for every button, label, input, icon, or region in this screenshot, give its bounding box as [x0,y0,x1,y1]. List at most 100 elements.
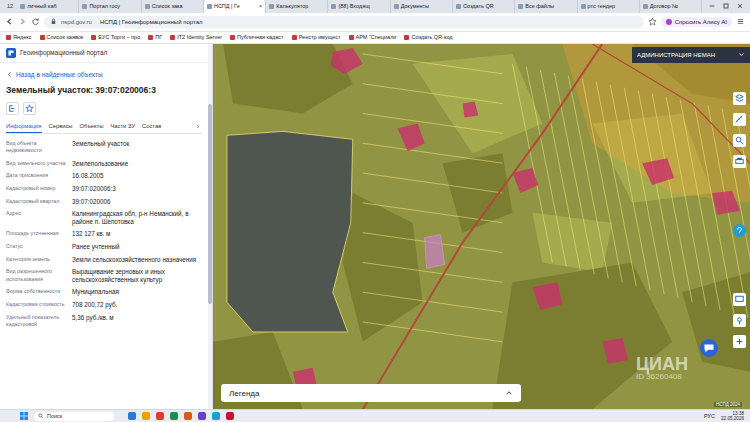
taskbar-app-icon[interactable] [170,412,178,420]
bookmark-label: Реестр имущест [299,34,341,40]
ruler-icon[interactable] [733,113,746,126]
object-tab[interactable]: Сервисы [49,121,73,133]
bookmark[interactable]: ЕУС Торги – про [91,34,140,40]
favorite-star-icon[interactable] [23,102,36,115]
bookmark[interactable]: Список заявок [40,34,84,40]
scrollbar[interactable] [208,44,212,409]
object-tab[interactable]: Состав [142,121,161,133]
favicon-icon [581,4,586,9]
field-value: Земли сельскохозяйственного назначения [72,256,202,264]
search-icon[interactable] [733,134,746,147]
bookmark[interactable]: Публичная кадаст [230,34,284,40]
taskbar-app-icon[interactable] [128,412,136,420]
bookmark-favicon-icon [349,35,354,40]
menu-icon[interactable] [736,17,745,26]
help-icon[interactable] [733,224,746,237]
browser-tab[interactable]: Договор № [640,0,702,13]
browser-tab[interactable]: Все файлы [515,0,577,13]
taskbar-app-icon[interactable] [212,412,220,420]
taskbar-search[interactable]: Поиск [34,412,114,421]
browser-tab[interactable]: личный каб [17,0,79,13]
address-bar[interactable]: nspd.gov.ruНСПД | Геоинформационный порт… [44,16,644,28]
tabs-more-button[interactable]: › [194,122,202,133]
field-label: Категория земель [6,256,66,264]
portal-header: Геоинформационный портал [0,44,208,63]
favicon-icon [145,4,150,9]
taskbar-app-icon[interactable] [198,412,206,420]
field-label: Статус [6,243,66,251]
object-tab[interactable]: Объекты [80,121,104,133]
browser-tab[interactable]: Список зака [142,0,204,13]
field-row: АдресКалининградская обл, р-н Неманский,… [6,210,202,225]
chat-icon[interactable] [700,339,718,357]
portal-logo-icon[interactable] [6,48,16,58]
browser-tab[interactable]: Создать QR [453,0,515,13]
bookmark-label: Яндекс [13,34,32,40]
bookmark-star-icon[interactable] [648,17,657,26]
minimize-icon[interactable] [708,2,716,10]
favicon-icon [20,4,25,9]
favicon-icon [394,4,399,9]
field-value: 39:07:020006 [72,198,202,206]
field-row: Категория земель Земли сельскохозяйственн… [6,256,202,264]
windows-start-icon[interactable] [20,412,28,420]
browser-tab-label: Портал госу [89,3,120,9]
field-value: Калининградская обл, р-н Неманский, в ра… [72,210,202,225]
taskbar-app-icon[interactable] [226,412,234,420]
bookmark[interactable]: Яндекс [6,34,32,40]
organization-label: АДМИНИСТРАЦИЯ НЕМАН [637,52,715,58]
back-icon[interactable] [5,17,14,26]
close-icon[interactable] [736,2,744,10]
taskbar-app-icon[interactable] [156,412,164,420]
layers-icon[interactable] [733,92,746,105]
browser-tab[interactable]: Калькулятор [266,0,328,13]
bookmark[interactable]: Создать QR-код [404,34,452,40]
organization-dropdown[interactable]: АДМИНИСТРАЦИЯ НЕМАН [632,47,750,63]
browser-tab-label: Договор № [650,3,678,9]
alice-button[interactable]: Спросить Алису AI [661,17,732,27]
browser-tab[interactable]: НСПД | Ге × [204,0,266,13]
zoom-icon[interactable] [733,335,746,348]
field-value: Выращивание зерновых и иных сельскохозяй… [72,268,202,283]
tab-close-button[interactable]: × [259,3,262,9]
bookmark-favicon-icon [6,35,11,40]
bookmark-label: АРМ "Специали [356,34,397,40]
field-row: Форма собственностиМуниципальная [6,288,202,296]
back-link[interactable]: Назад в найденные объекты [6,71,202,78]
object-title: Земельный участок: 39:07:020006:3 [6,85,202,95]
scrollbar-thumb[interactable] [208,104,212,304]
browser-tab-label: НСПД | Ге [214,3,240,9]
field-value: 39:07:020006:3 [72,185,202,193]
field-value: 5,36 руб./кв. м [72,314,202,329]
bookmark-favicon-icon [404,35,409,40]
print-icon[interactable] [733,155,746,168]
taskbar-app-icon[interactable] [142,412,150,420]
bookmark-label: ПГ [155,34,162,40]
tree-icon[interactable] [6,102,19,115]
bookmark[interactable]: АРМ "Специали [349,34,397,40]
taskbar-app-icon[interactable] [184,412,192,420]
object-tab[interactable]: Части ЗУ [110,121,135,133]
bookmark[interactable]: IT2 Identity Server [170,34,222,40]
reload-icon[interactable] [31,17,40,26]
forward-icon[interactable] [18,17,27,26]
map[interactable]: АДМИНИСТРАЦИЯ НЕМАНЦИАНID 36260408Легенд… [213,44,750,409]
bookmark[interactable]: ПГ [148,34,162,40]
tab-count[interactable]: 12 [3,0,17,13]
browser-tab[interactable]: Документы [391,0,453,13]
object-tab[interactable]: Информация [6,121,42,133]
field-row: Вид объекта недвижимостиЗемельный участо… [6,140,202,155]
bookmark[interactable]: Реестр имущест [292,34,341,40]
browser-tab[interactable]: (88) Входящ [328,0,390,13]
field-row: Кадастровый номер39:07:020006:3 [6,185,202,193]
legend-bar[interactable]: Легенда [221,384,521,402]
language-indicator[interactable]: РУС [704,413,715,419]
bookmark-label: IT2 Identity Server [177,34,222,40]
favicon-icon [331,4,336,9]
monitor-icon[interactable] [733,293,746,306]
maximize-icon[interactable] [722,2,730,10]
browser-tab[interactable]: Портал госу [79,0,141,13]
location-icon[interactable] [733,314,746,327]
clock[interactable]: 13:3822.05.2026 [721,411,744,421]
browser-tab[interactable]: ртс тендер [578,0,640,13]
